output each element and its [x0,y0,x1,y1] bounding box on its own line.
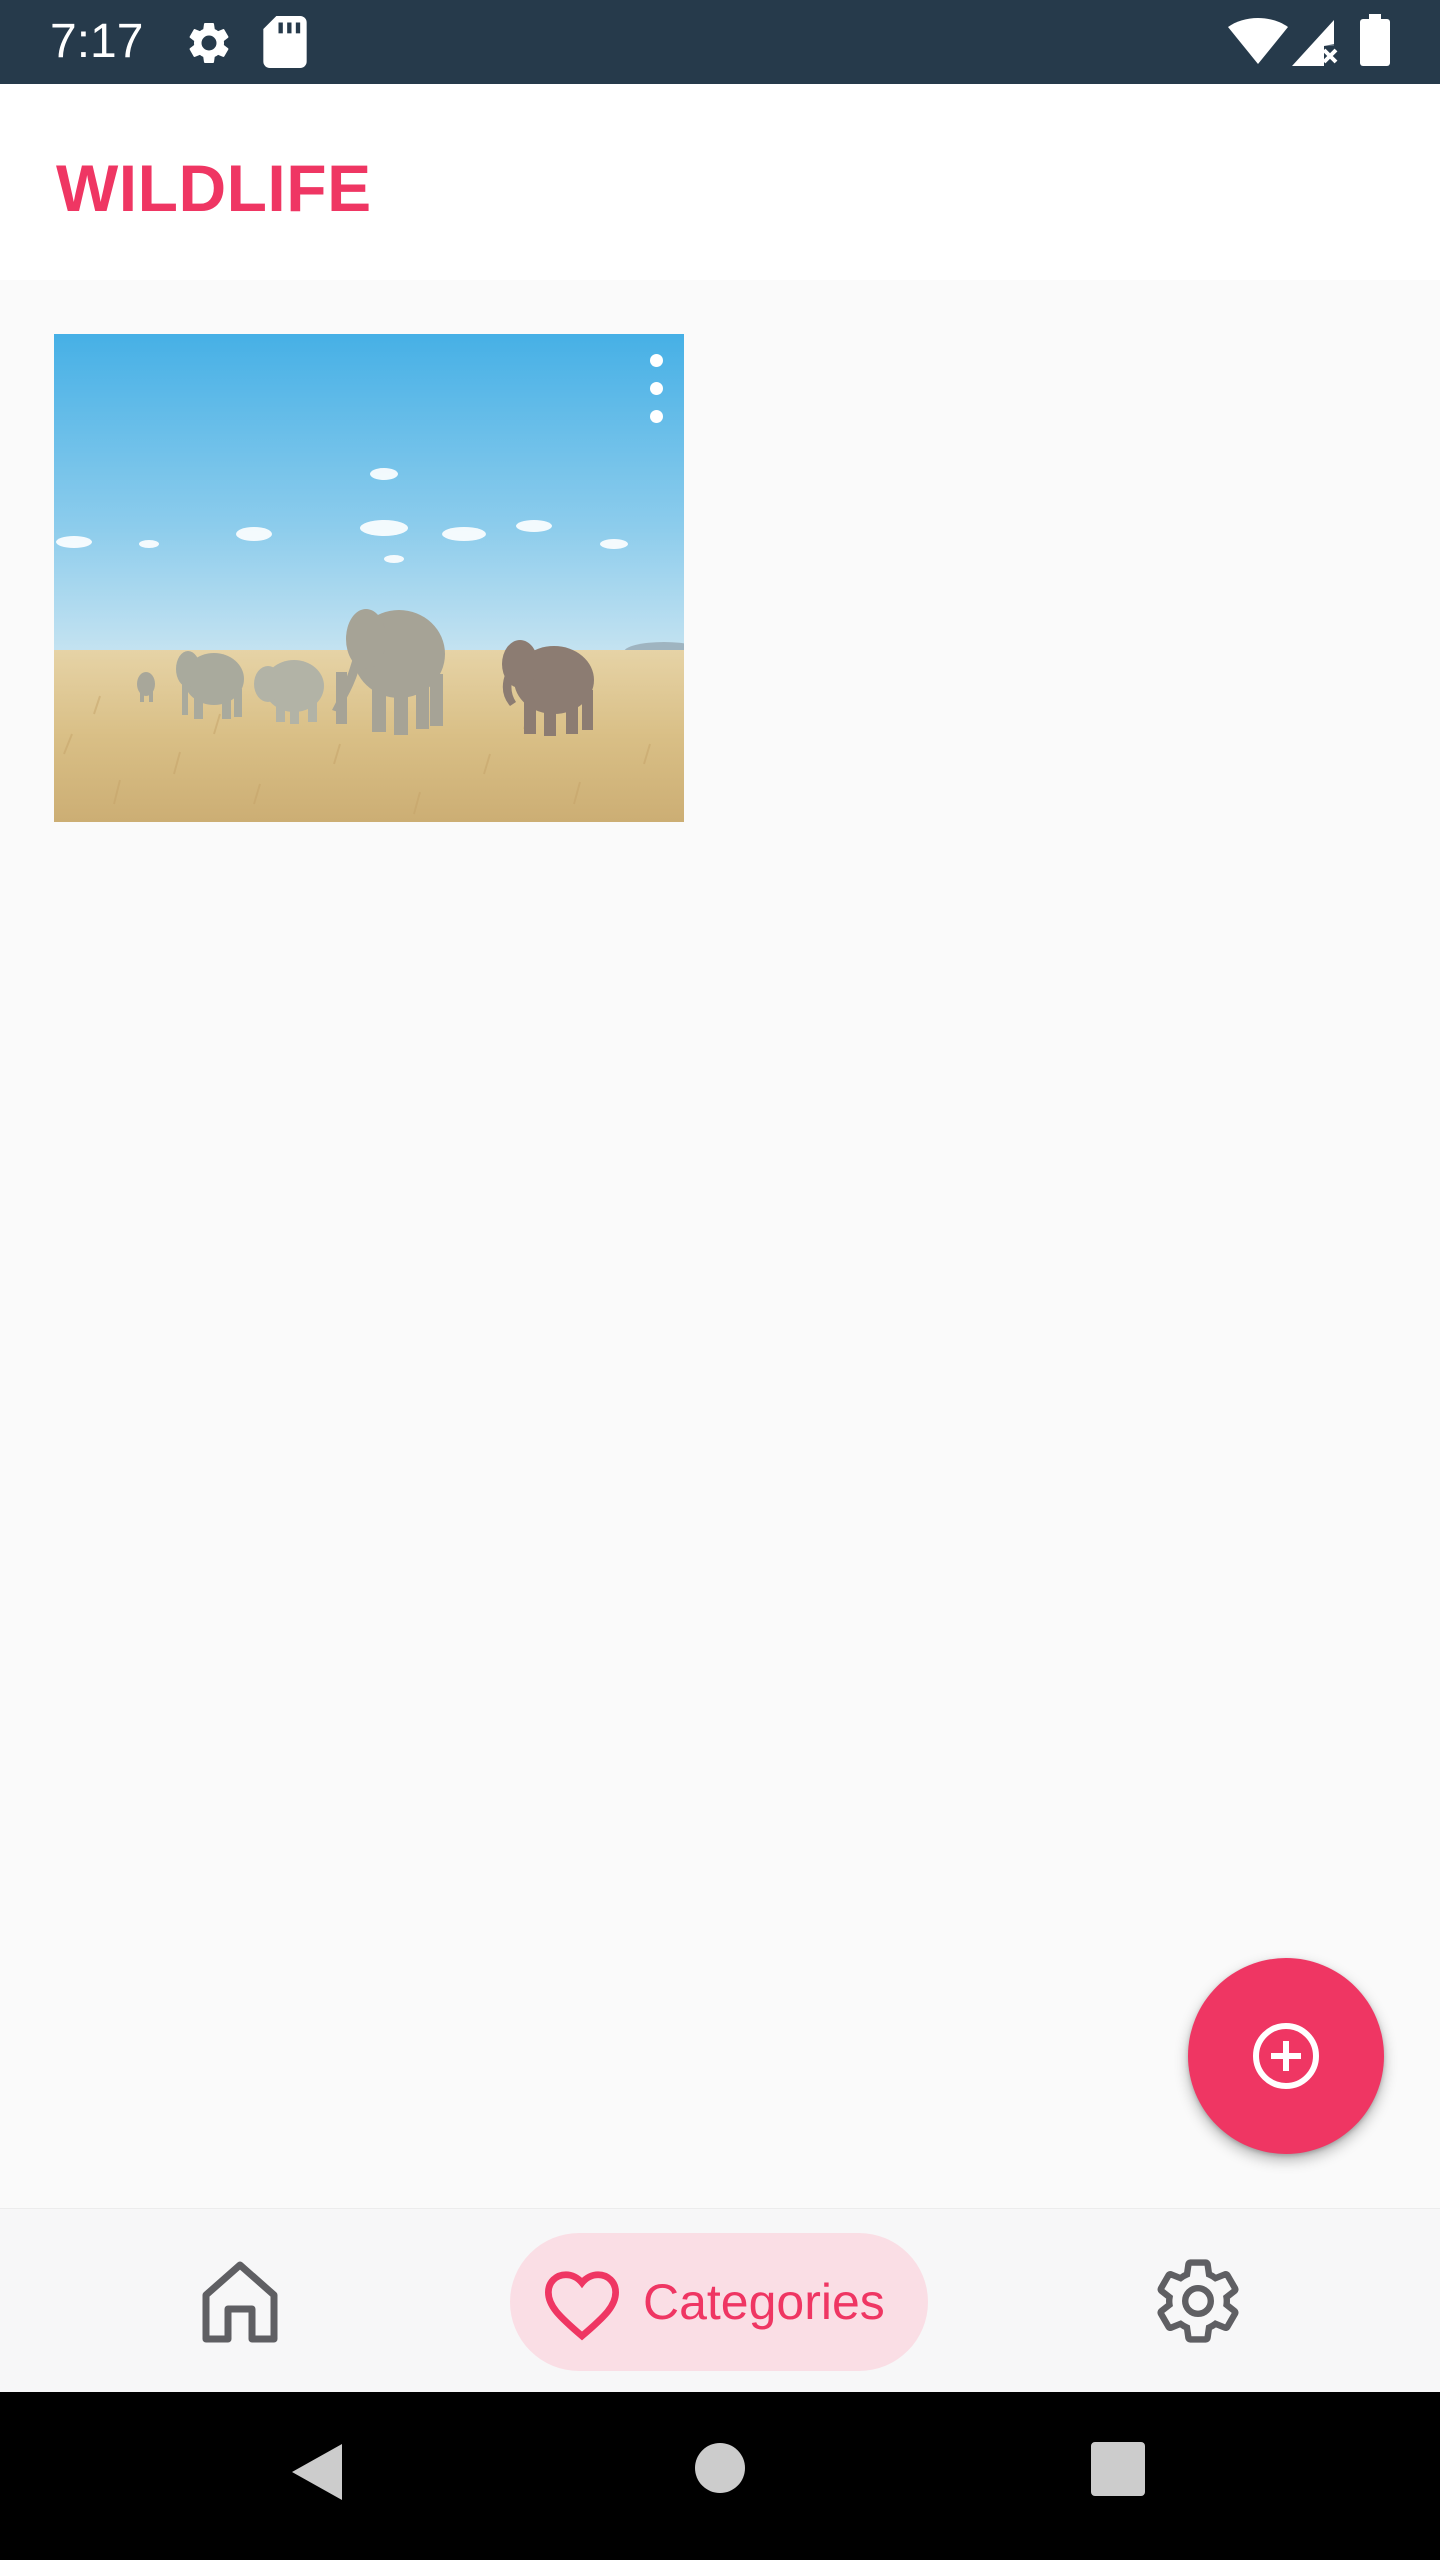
sd-card-icon [262,16,308,73]
page-title: WILDLIFE [56,151,372,225]
nav-categories[interactable]: Categories [510,2233,928,2371]
status-time: 7:17 [50,15,144,68]
back-icon[interactable] [290,2442,344,2507]
gear-icon [1157,2259,1239,2343]
add-category-button[interactable] [1188,1958,1384,2154]
add-circle-icon [1253,2023,1319,2089]
category-card[interactable] [54,334,684,822]
nav-settings[interactable] [1150,2253,1250,2349]
home-circle-icon[interactable] [694,2442,746,2499]
system-navigation-bar [0,2392,1440,2560]
recents-icon[interactable] [1091,2442,1145,2501]
battery-icon [1360,14,1390,71]
home-icon [202,2261,278,2343]
more-vert-icon[interactable] [636,348,676,448]
app-bar: WILDLIFE [0,84,1440,280]
settings-icon [184,18,234,73]
wifi-icon [1228,17,1288,69]
nav-categories-label: Categories [643,2274,885,2330]
cellular-signal-icon [1292,20,1338,71]
bottom-navigation: Categories [0,2208,1440,2393]
heart-icon [544,2271,620,2341]
nav-home[interactable] [190,2253,290,2349]
status-bar: 7:17 [0,0,1440,84]
elephants-savanna-photo [54,334,684,822]
content-area [0,280,1440,2208]
